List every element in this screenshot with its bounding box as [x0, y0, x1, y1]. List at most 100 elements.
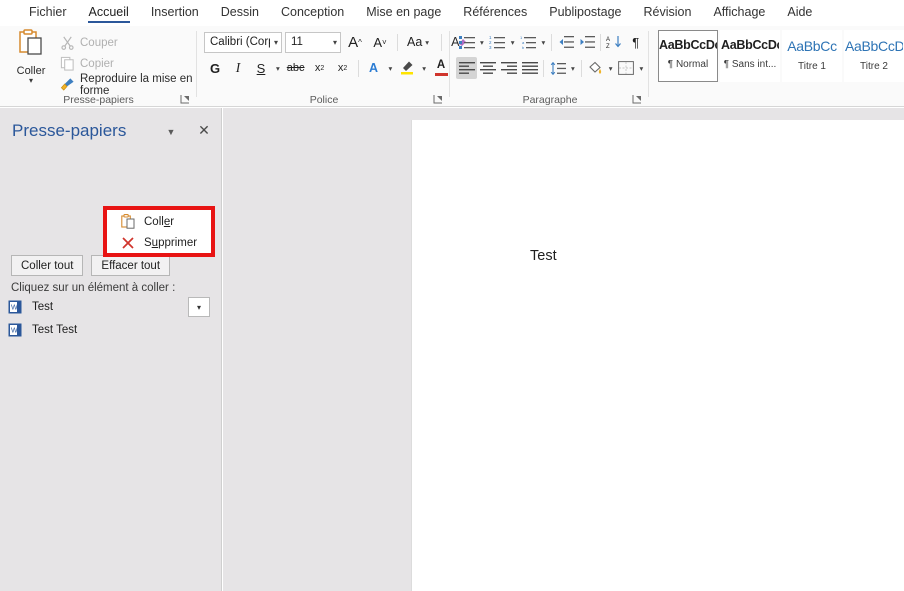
shading-chevron-down-icon[interactable]: ▾: [606, 64, 616, 73]
sort-button[interactable]: AZ: [604, 31, 625, 53]
clipboard-item-0[interactable]: W Test: [8, 297, 208, 317]
document-page[interactable]: Test: [411, 120, 904, 591]
paragraph-dialog-launcher[interactable]: [632, 94, 643, 105]
tab-conception[interactable]: Conception: [270, 2, 355, 24]
decrease-indent-icon: [559, 36, 574, 48]
superscript-button[interactable]: x2: [332, 57, 354, 79]
copy-icon: [60, 56, 74, 71]
align-right-button[interactable]: [498, 57, 519, 79]
clipboard-pane-title: Presse-papiers: [12, 121, 127, 140]
style-preview: AaBbCc: [787, 38, 837, 54]
increase-indent-button[interactable]: [576, 31, 597, 53]
svg-text:W: W: [11, 305, 18, 312]
document-top-margin-strip: [411, 108, 904, 120]
borders-button[interactable]: [616, 57, 637, 79]
context-menu-delete-label: Supprimer: [144, 236, 198, 249]
tab-insertion[interactable]: Insertion: [140, 2, 210, 24]
justify-button[interactable]: [519, 57, 540, 79]
tab-accueil[interactable]: Accueil: [78, 2, 140, 24]
font-size-value: 11: [291, 36, 303, 48]
align-left-icon: [458, 61, 475, 74]
shrink-font-label: A: [373, 34, 382, 50]
bold-button[interactable]: G: [204, 57, 226, 79]
clipboard-item-label: Test Test: [32, 324, 78, 336]
subscript-button[interactable]: x2: [309, 57, 331, 79]
underline-button[interactable]: S: [250, 57, 272, 79]
bold-label: G: [209, 60, 221, 76]
tab-aide[interactable]: Aide: [776, 2, 823, 24]
line-spacing-chevron-down-icon[interactable]: ▾: [568, 64, 578, 73]
context-menu-paste-label: Coller: [144, 215, 175, 228]
multilevel-list-button[interactable]: 1 a b: [518, 31, 539, 53]
tab-dessin[interactable]: Dessin: [210, 2, 270, 24]
ribbon-group-clipboard: Coller ▾ Couper Copier Reproduire la mis…: [0, 26, 197, 107]
paste-all-button[interactable]: Coller tout: [11, 255, 84, 276]
increase-indent-icon: [580, 36, 595, 48]
style-name: Titre 1: [798, 61, 826, 72]
tab-mise-en-page[interactable]: Mise en page: [355, 2, 452, 24]
font-name-value: Calibri (Corps): [210, 36, 270, 48]
clipboard-pane-hint: Cliquez sur un élément à coller :: [11, 282, 176, 294]
style-sans-interligne[interactable]: AaBbCcDc ¶ Sans int...: [720, 30, 780, 82]
delete-x-icon: [122, 236, 134, 249]
svg-text:3: 3: [489, 45, 492, 49]
multilevel-list-chevron-down-icon[interactable]: ▾: [539, 38, 549, 47]
text-effects-button[interactable]: A: [363, 57, 385, 79]
clipboard-pane-buttons: Coller tout Effacer tout: [11, 255, 171, 276]
borders-chevron-down-icon[interactable]: ▾: [637, 64, 647, 73]
highlight-button[interactable]: [396, 57, 418, 79]
toolbar-divider: [397, 33, 398, 51]
numbered-list-chevron-down-icon[interactable]: ▾: [508, 38, 518, 47]
pane-options-chevron-down-icon[interactable]: ▼: [162, 124, 180, 140]
grow-font-label: A: [348, 33, 359, 51]
align-left-button[interactable]: [456, 57, 477, 79]
format-painter-button[interactable]: Reproduire la mise en forme: [60, 73, 197, 97]
chevron-down-icon: ▾: [425, 37, 430, 47]
paste-chevron-down-icon[interactable]: ▾: [8, 77, 54, 85]
style-titre-2[interactable]: AaBbCcD Titre 2: [844, 30, 904, 82]
context-menu-delete[interactable]: Supprimer: [107, 232, 211, 253]
clipboard-item-0-dropdown[interactable]: ▾: [188, 297, 210, 317]
paste-button[interactable]: Coller ▾: [8, 29, 54, 85]
font-dialog-launcher[interactable]: [433, 94, 444, 105]
text-effects-chevron-down-icon[interactable]: ▾: [386, 64, 396, 73]
text-effects-label: A: [369, 61, 379, 75]
shrink-font-button[interactable]: A ˅: [369, 31, 391, 53]
show-formatting-marks-button[interactable]: ¶: [625, 31, 646, 53]
tab-fichier[interactable]: Fichier: [18, 2, 78, 24]
bullet-list-button[interactable]: [456, 31, 477, 53]
clear-all-button[interactable]: Effacer tout: [91, 255, 171, 276]
svg-text:W: W: [11, 328, 18, 335]
underline-chevron-down-icon[interactable]: ▾: [273, 64, 283, 73]
change-case-button[interactable]: Aa ▾: [404, 31, 435, 53]
tab-affichage[interactable]: Affichage: [702, 2, 776, 24]
tab-references[interactable]: Références: [452, 2, 538, 24]
close-icon[interactable]: ✕: [195, 121, 213, 139]
line-spacing-button[interactable]: [547, 57, 568, 79]
align-right-icon: [500, 61, 517, 74]
italic-button[interactable]: I: [227, 57, 249, 79]
decrease-indent-button[interactable]: [555, 31, 576, 53]
numbered-list-button[interactable]: 1 2 3: [487, 31, 508, 53]
highlight-chevron-down-icon[interactable]: ▾: [419, 64, 429, 73]
font-size-combo[interactable]: 11 ▾: [285, 31, 341, 53]
bullet-list-chevron-down-icon[interactable]: ▾: [477, 38, 487, 47]
strikethrough-button[interactable]: abc: [284, 57, 308, 79]
tab-revision[interactable]: Révision: [633, 2, 703, 24]
bullet-list-icon: [458, 36, 475, 49]
cut-button[interactable]: Couper: [60, 33, 118, 52]
font-name-combo[interactable]: Calibri (Corps) ▾: [204, 31, 282, 53]
clipboard-dialog-launcher[interactable]: [180, 94, 191, 105]
align-center-button[interactable]: [477, 57, 498, 79]
grow-font-button[interactable]: A ^: [344, 31, 366, 53]
style-name: ¶ Normal: [667, 59, 709, 70]
style-titre-1[interactable]: AaBbCc Titre 1: [782, 30, 842, 82]
style-normal[interactable]: AaBbCcDc ¶ Normal: [658, 30, 718, 82]
tab-publipostage[interactable]: Publipostage: [538, 2, 632, 24]
clipboard-group-label: Presse-papiers: [63, 94, 134, 106]
clipboard-item-context-menu: Coller Supprimer: [107, 210, 211, 253]
clipboard-item-1[interactable]: W Test Test: [8, 320, 208, 340]
context-menu-paste[interactable]: Coller: [107, 211, 211, 232]
shading-button[interactable]: [585, 57, 606, 79]
copy-button[interactable]: Copier: [60, 54, 114, 73]
